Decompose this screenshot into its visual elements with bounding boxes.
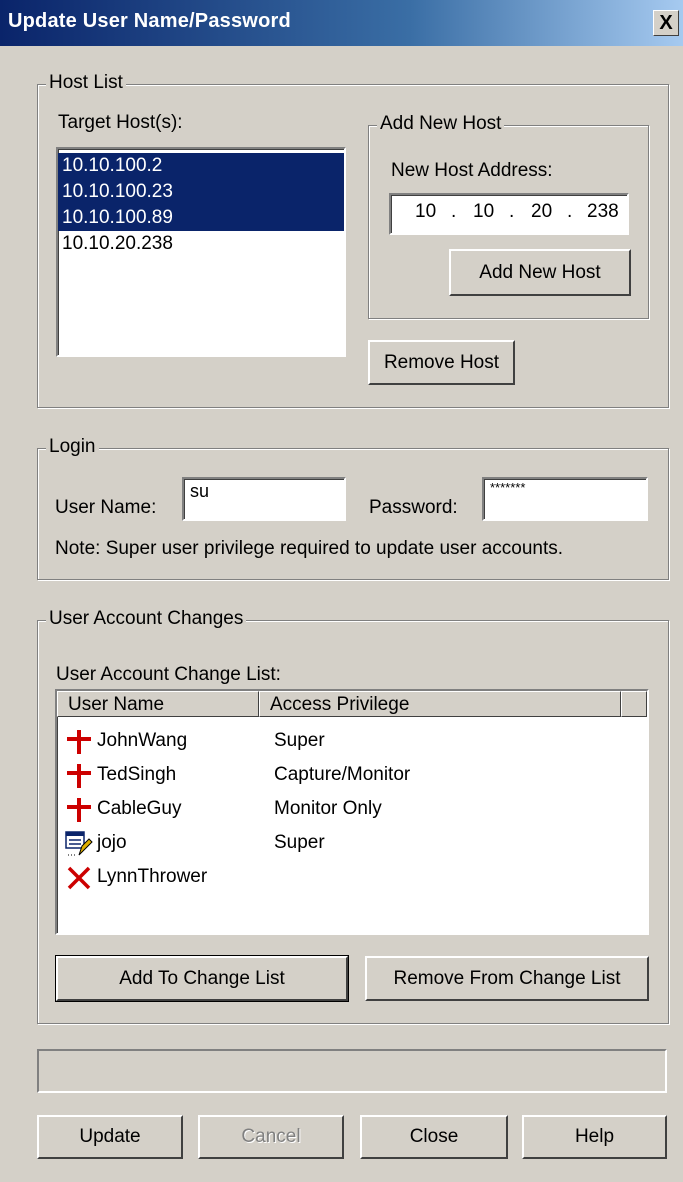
change-row-lynnthrower[interactable]: LynnThrower [61,861,641,895]
login-note: Note: Super user privilege required to u… [55,538,564,559]
add-new-host-legend: Add New Host [377,113,505,135]
target-hosts-list[interactable]: 10.10.100.2 10.10.100.23 10.10.100.89 10… [56,147,346,357]
delete-icon [65,865,93,891]
add-icon [65,729,93,755]
change-list[interactable]: User Name Access Privilege JohnWang Supe… [55,689,649,935]
host-item-3[interactable]: 10.10.100.89 [58,205,344,231]
change-list-label: User Account Change List: [56,664,281,685]
change-row-cableguy[interactable]: CableGuy Monitor Only [61,793,641,827]
host-item-4[interactable]: 10.10.20.238 [58,231,344,257]
ip-octet-4: 238 [587,201,619,222]
password-value: ******* [490,480,526,495]
close-window-button[interactable]: X [653,10,679,36]
row-user-name: jojo [97,832,127,853]
username-value: su [190,481,210,501]
cancel-button[interactable]: Cancel [198,1115,344,1159]
remove-host-button[interactable]: Remove Host [368,340,515,385]
password-label: Password: [369,497,458,518]
password-field[interactable]: ******* [482,477,648,521]
add-icon [65,763,93,789]
ip-dot-1: . [451,201,457,222]
host-item-1[interactable]: 10.10.100.2 [58,153,344,179]
username-field[interactable]: su [182,477,346,521]
row-access-privilege: Capture/Monitor [274,764,411,785]
ip-octet-3: 20 [531,201,553,222]
user-account-changes-legend: User Account Changes [46,608,247,630]
ip-octet-1: 10 [415,201,437,222]
row-user-name: LynnThrower [97,866,208,887]
row-user-name: CableGuy [97,798,182,819]
column-header-filler[interactable] [621,691,647,717]
row-access-privilege: Monitor Only [274,798,382,819]
window-title: Update User Name/Password [8,10,291,32]
ip-octet-2: 10 [473,201,495,222]
ip-dot-2: . [509,201,515,222]
column-header-access-privilege[interactable]: Access Privilege [259,691,621,717]
login-legend: Login [46,436,99,458]
row-access-privilege: Super [274,832,325,853]
column-header-user-name[interactable]: User Name [57,691,259,717]
new-host-address-input[interactable]: 10 . 10 . 20 . 238 [389,193,629,235]
host-item-2[interactable]: 10.10.100.23 [58,179,344,205]
close-button[interactable]: Close [360,1115,508,1159]
edit-icon [65,831,93,857]
update-user-dialog: Update User Name/Password X Host List Ta… [0,0,683,1182]
ip-dot-3: . [567,201,573,222]
change-row-tedsingh[interactable]: TedSingh Capture/Monitor [61,759,641,793]
help-button[interactable]: Help [522,1115,667,1159]
add-new-host-button[interactable]: Add New Host [449,249,631,296]
add-icon [65,797,93,823]
row-user-name: JohnWang [97,730,188,751]
change-row-jojo[interactable]: jojo Super [61,827,641,861]
row-access-privilege: Super [274,730,325,751]
host-list-legend: Host List [46,72,126,94]
new-host-address-label: New Host Address: [391,160,553,181]
target-hosts-label: Target Host(s): [58,112,183,133]
row-user-name: TedSingh [97,764,177,785]
username-label: User Name: [55,497,157,518]
add-to-change-list-button[interactable]: Add To Change List [55,955,349,1002]
remove-from-change-list-button[interactable]: Remove From Change List [365,956,649,1001]
change-row-johnwang[interactable]: JohnWang Super [61,725,641,759]
title-bar[interactable]: Update User Name/Password X [0,0,683,46]
status-bar [37,1049,667,1093]
update-button[interactable]: Update [37,1115,183,1159]
